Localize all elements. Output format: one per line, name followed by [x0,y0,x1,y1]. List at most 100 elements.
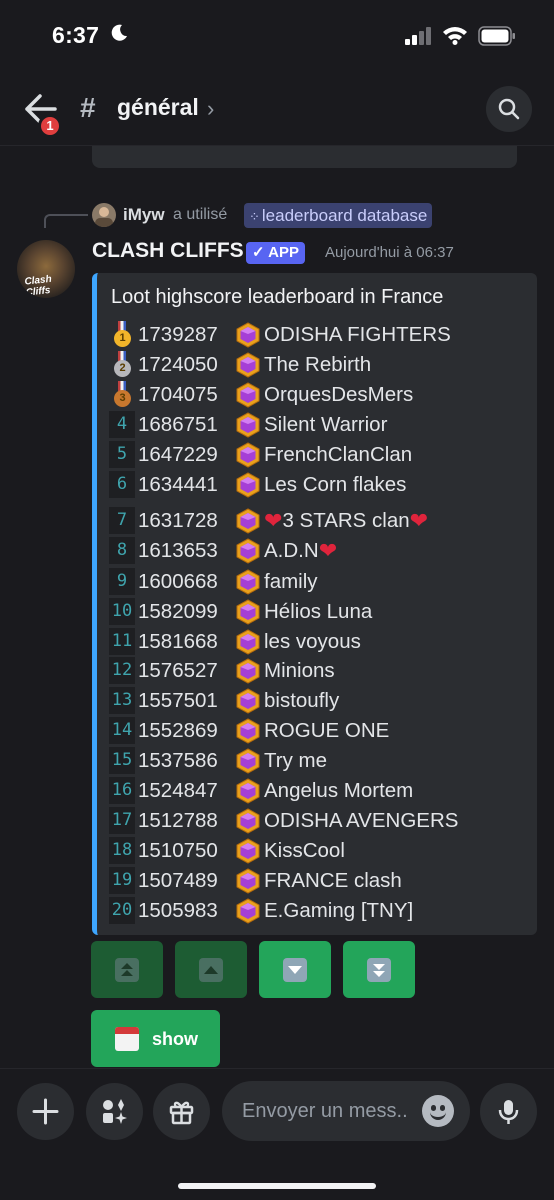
rank-number: 9 [109,568,135,595]
gem-icon [235,471,261,498]
loot-score: 1524847 [138,778,218,802]
leaderboard-row: 7 1631728 ❤ 3 STARS clan ❤ [109,506,428,535]
leaderboard-row: 19 1507489 FRANCE clash [109,866,402,895]
clan-name: les voyous [264,629,361,653]
rank-number: 12 [109,657,135,684]
leaderboard-row: 13 1557501 bistoufly [109,686,339,715]
status-bar: 6:37 [0,0,554,74]
search-button[interactable] [486,86,532,132]
loot-score: 1600668 [138,569,218,593]
leaderboard-row: 9 1600668 family [109,567,318,596]
loot-score: 1582099 [138,599,218,623]
search-icon [498,98,520,120]
clan-name: ODISHA AVENGERS [264,808,459,832]
chevron-right-icon[interactable]: › [207,96,214,122]
leaderboard-row: 18 1510750 KissCool [109,836,345,865]
gift-button[interactable] [153,1083,210,1140]
gem-icon [235,507,261,534]
loot-score: 1647229 [138,442,218,466]
rank-number: 11 [109,628,135,655]
app-badge: ✓ APP [246,242,306,264]
gem-icon [235,441,261,468]
gem-icon [235,747,261,774]
loot-score: 1512788 [138,808,218,832]
leaderboard-row: 20 1505983 E.Gaming [TNY] [109,896,413,925]
clan-name: Les Corn flakes [264,472,407,496]
command-tag[interactable]: ⁘ leaderboard database [244,203,433,228]
message-input[interactable] [242,1081,422,1141]
channel-header: 1 # général › [0,74,554,146]
gem-icon [235,351,261,378]
leaderboard-embed: Loot highscore leaderboard in France 1 1 7… [92,273,537,935]
show-button[interactable]: show [91,1010,220,1067]
gem-icon [235,321,261,348]
show-label: show [152,1029,199,1049]
clan-name: Minions [264,658,335,682]
leaderboard-row: 8 1613653 A.D.N ❤ [109,536,337,565]
embed-title: Loot highscore leaderboard in France [111,286,444,308]
gem-icon [235,687,261,714]
first-page-button[interactable] [91,941,163,998]
loot-score: 1686751 [138,412,218,436]
emoji-icon[interactable] [422,1095,454,1127]
clan-name: KissCool [264,838,345,862]
gem-icon [235,628,261,655]
avatar-text: Clash Cliffs [23,273,53,298]
clan-name: FrenchClanClan [264,442,413,466]
loot-score: 1581668 [138,629,218,653]
loot-score: 1505983 [138,898,218,922]
voice-button[interactable] [480,1083,537,1140]
previous-page-button[interactable] [175,941,247,998]
gem-icon [235,777,261,804]
last-page-button[interactable] [343,941,415,998]
apps-icon [103,1099,127,1124]
clan-name: family [264,569,318,593]
message-composer [0,1068,554,1200]
add-attachment-button[interactable] [17,1083,74,1140]
rank-number: 14 [109,717,135,744]
previous-embed [92,146,517,168]
rank-number: 7 [109,507,135,534]
leaderboard-row: 17 1512788 ODISHA AVENGERS [109,806,458,835]
status-time: 6:37 [52,22,100,48]
clan-name: 3 STARS clan [282,508,410,532]
clan-name: Try me [264,748,328,772]
rank-number: 17 [109,807,135,834]
notification-badge: 1 [38,114,62,138]
next-page-button[interactable] [259,941,331,998]
leaderboard-row: 3 1704075 OrquesDesMers [109,380,413,409]
rank-number: 5 [109,441,135,468]
calendar-icon [115,1027,139,1051]
plus-icon [32,1098,59,1125]
message-input-wrapper [222,1081,470,1141]
loot-score: 1507489 [138,868,218,892]
loot-score: 1739287 [138,322,218,346]
command-name: leaderboard database [261,206,428,225]
gem-icon [235,837,261,864]
leaderboard-row: 16 1524847 Angelus Mortem [109,776,413,805]
leaderboard-row: 5 1647229 FrenchClanClan [109,440,412,469]
loot-score: 1510750 [138,838,218,862]
loot-score: 1557501 [138,688,218,712]
rank-number: 8 [109,537,135,564]
clan-name: OrquesDesMers [264,382,414,406]
loot-score: 1704075 [138,382,218,406]
reply-avatar[interactable] [92,203,116,227]
bot-name[interactable]: CLASH CLIFFS [92,239,244,263]
rank-number: 4 [109,411,135,438]
clan-name: Silent Warrior [264,412,388,436]
reply-username[interactable]: iMyw [123,205,165,225]
channel-name[interactable]: général [117,94,199,121]
rank-number: 18 [109,837,135,864]
cellular-signal-icon [405,27,431,45]
bot-avatar[interactable]: Clash Cliffs [17,240,75,298]
apps-button[interactable] [86,1083,143,1140]
gem-icon [235,598,261,625]
microphone-icon [498,1100,519,1124]
rank-number: 19 [109,867,135,894]
gem-icon [235,717,261,744]
leaderboard-row: 6 1634441 Les Corn flakes [109,470,406,499]
reply-used-text: a utilisé [173,206,228,223]
leaderboard-row: 15 1537586 Try me [109,746,327,775]
gem-icon [235,897,261,924]
